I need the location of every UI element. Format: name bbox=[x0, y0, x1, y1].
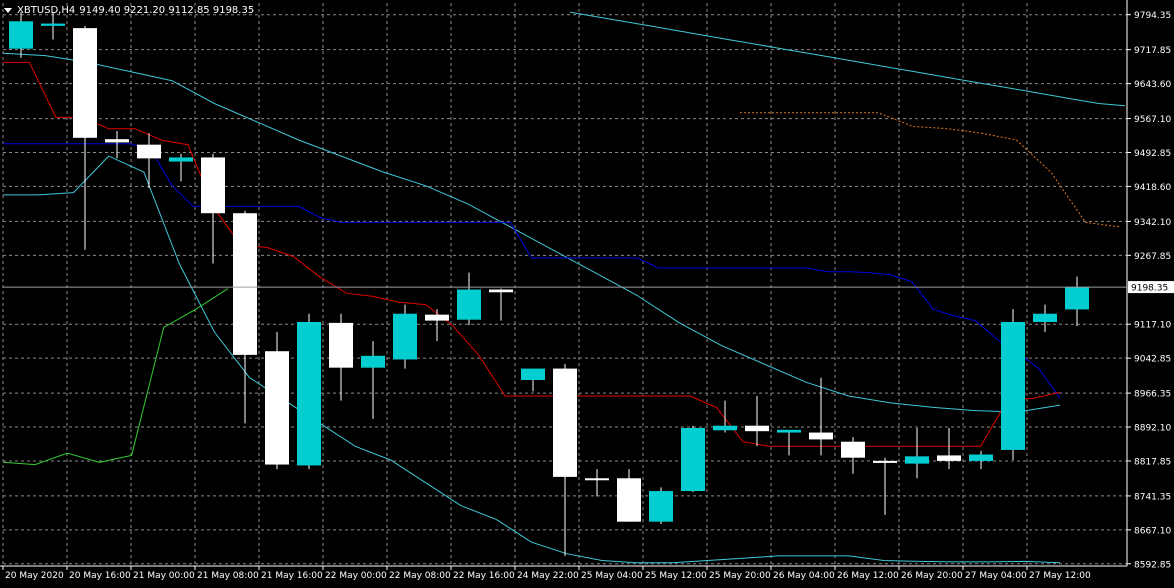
x-axis-label: 24 May 22:00 bbox=[517, 571, 579, 581]
candle-body bbox=[1065, 287, 1089, 310]
candle-body bbox=[9, 21, 33, 49]
candle-body bbox=[137, 144, 161, 159]
chart-header: XBTUSD,H4 9149.40 9221.20 9112.85 9198.3… bbox=[4, 3, 258, 17]
y-axis-label: 8592.85 bbox=[1134, 560, 1171, 570]
x-axis-label: 22 May 08:00 bbox=[389, 571, 451, 581]
x-axis-label: 21 May 08:00 bbox=[197, 571, 259, 581]
x-axis-label: 20 May 16:00 bbox=[69, 571, 131, 581]
candle-body bbox=[777, 429, 801, 433]
y-axis-label: 8741.35 bbox=[1134, 492, 1171, 502]
y-axis-label: 9794.35 bbox=[1134, 11, 1171, 21]
x-axis-label: 25 May 12:00 bbox=[645, 571, 707, 581]
candle-body bbox=[1033, 313, 1057, 322]
chart-area[interactable]: 9794.35 9717.85 9643.60 9567.10 9492.85 9418.… bbox=[0, 0, 1174, 584]
x-axis-label: 27 May 04:00 bbox=[965, 571, 1027, 581]
x-axis-label: 26 May 12:00 bbox=[837, 571, 899, 581]
indicator-cyan-line-1 bbox=[569, 11, 1126, 107]
candle-body bbox=[393, 313, 417, 360]
candle-body bbox=[617, 478, 641, 522]
y-axis-label: 9042.85 bbox=[1134, 355, 1171, 365]
candle-body bbox=[585, 478, 609, 481]
y-axis-label: 9117.10 bbox=[1134, 321, 1171, 331]
x-axis-label: 26 May 20:00 bbox=[901, 571, 963, 581]
indicator-red-line bbox=[3, 61, 1061, 447]
candle-body bbox=[73, 28, 97, 138]
candle-body bbox=[681, 427, 705, 492]
y-axis-label: 8817.85 bbox=[1134, 457, 1171, 467]
x-axis-label: 25 May 20:00 bbox=[709, 571, 771, 581]
indicator-blue-line bbox=[3, 143, 1061, 399]
candle-body bbox=[41, 23, 65, 26]
candle-body bbox=[105, 139, 129, 143]
price-chart[interactable]: 9794.35 9717.85 9643.60 9567.10 9492.85 9418.… bbox=[0, 0, 1174, 584]
y-axis-label: 8892.10 bbox=[1134, 424, 1171, 434]
candle-body bbox=[745, 425, 769, 432]
indicator-cyan-line-3 bbox=[3, 155, 1061, 564]
candle-body bbox=[649, 491, 673, 522]
current-price-label: 9198.35 bbox=[1131, 284, 1168, 294]
candle-body bbox=[361, 355, 385, 368]
x-axis-label: 22 May 16:00 bbox=[453, 571, 515, 581]
x-axis-label: 20 May 2020 bbox=[5, 571, 64, 581]
y-axis-label: 9567.10 bbox=[1134, 115, 1171, 125]
y-axis-label: 9418.60 bbox=[1134, 183, 1171, 193]
candle-body bbox=[841, 441, 865, 458]
candle-body bbox=[553, 368, 577, 477]
candle-body bbox=[809, 432, 833, 440]
candle-body bbox=[489, 289, 513, 293]
candle-body bbox=[265, 351, 289, 465]
candle-body bbox=[521, 368, 545, 381]
x-axis-label: 27 May 12:00 bbox=[1029, 571, 1091, 581]
dropdown-triangle-icon[interactable] bbox=[4, 8, 12, 13]
y-axis-label: 8966.35 bbox=[1134, 390, 1171, 400]
candle-body bbox=[329, 322, 353, 368]
y-axis-label: 8667.10 bbox=[1134, 526, 1171, 536]
candle-body bbox=[1001, 321, 1025, 450]
candle-body bbox=[169, 157, 193, 162]
candle-body bbox=[969, 454, 993, 461]
candle-body bbox=[425, 314, 449, 321]
candle-body bbox=[713, 425, 737, 431]
candle-body bbox=[201, 157, 225, 214]
x-axis-label: 25 May 04:00 bbox=[581, 571, 643, 581]
x-axis-label: 26 May 04:00 bbox=[773, 571, 835, 581]
x-axis-label: 21 May 00:00 bbox=[133, 571, 195, 581]
y-axis-label: 9492.85 bbox=[1134, 149, 1171, 159]
x-axis-label: 22 May 00:00 bbox=[325, 571, 387, 581]
candle-body bbox=[233, 213, 257, 355]
y-axis-label: 9643.60 bbox=[1134, 80, 1171, 90]
indicator-green-line bbox=[2, 288, 229, 466]
indicator-orange-dots bbox=[740, 112, 1121, 228]
candle-body bbox=[297, 321, 321, 466]
candle-body bbox=[457, 289, 481, 320]
ohlc-label: 9149.40 9221.20 9112.85 9198.35 bbox=[79, 4, 255, 16]
y-axis-label: 9342.10 bbox=[1134, 218, 1171, 228]
y-axis-label: 9717.85 bbox=[1134, 46, 1171, 56]
y-axis-label: 9267.85 bbox=[1134, 252, 1171, 262]
x-axis-label: 21 May 16:00 bbox=[261, 571, 323, 581]
symbol-label: XBTUSD,H4 bbox=[17, 4, 76, 16]
candle-body bbox=[905, 456, 929, 464]
candle-body bbox=[937, 455, 961, 461]
candle-body bbox=[873, 460, 897, 463]
